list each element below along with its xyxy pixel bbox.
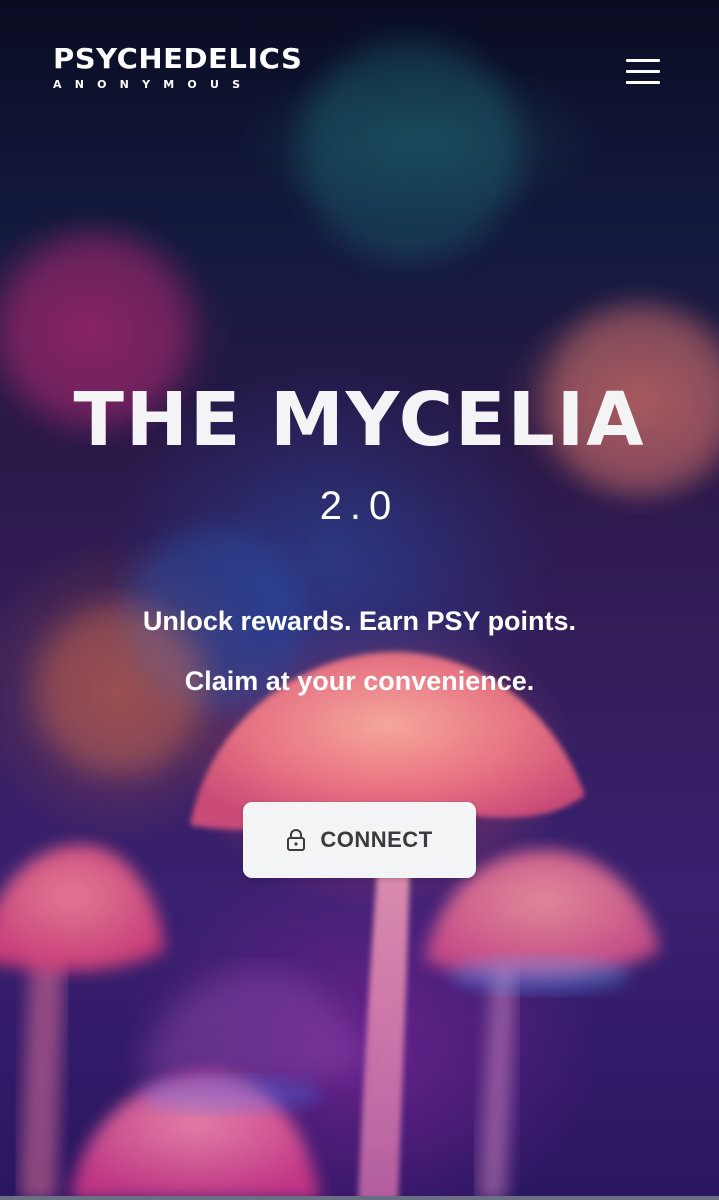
hero-title: THE MYCELIA	[73, 377, 646, 463]
menu-line	[626, 81, 660, 84]
page: PSYCHEDELICS ANONYMOUS THE MYCELIA 2.0 U…	[0, 0, 719, 1200]
tagline-line-2: Claim at your convenience.	[184, 666, 535, 696]
connect-button-label: CONNECT	[320, 827, 433, 852]
logo-wordmark: PSYCHEDELICS	[53, 42, 303, 75]
logo-subtitle: ANONYMOUS	[53, 78, 254, 91]
lock-icon	[287, 829, 306, 851]
mushroom-background-art	[0, 40, 719, 1200]
bottom-edge	[0, 1196, 719, 1200]
hamburger-menu-icon[interactable]	[624, 56, 662, 88]
menu-line	[626, 59, 660, 62]
hero-version: 2.0	[319, 484, 400, 528]
menu-line	[626, 70, 660, 73]
tagline-line-1: Unlock rewards. Earn PSY points.	[142, 606, 577, 636]
brand-logo[interactable]: PSYCHEDELICS ANONYMOUS	[53, 44, 328, 91]
connect-button[interactable]: CONNECT	[243, 802, 476, 878]
